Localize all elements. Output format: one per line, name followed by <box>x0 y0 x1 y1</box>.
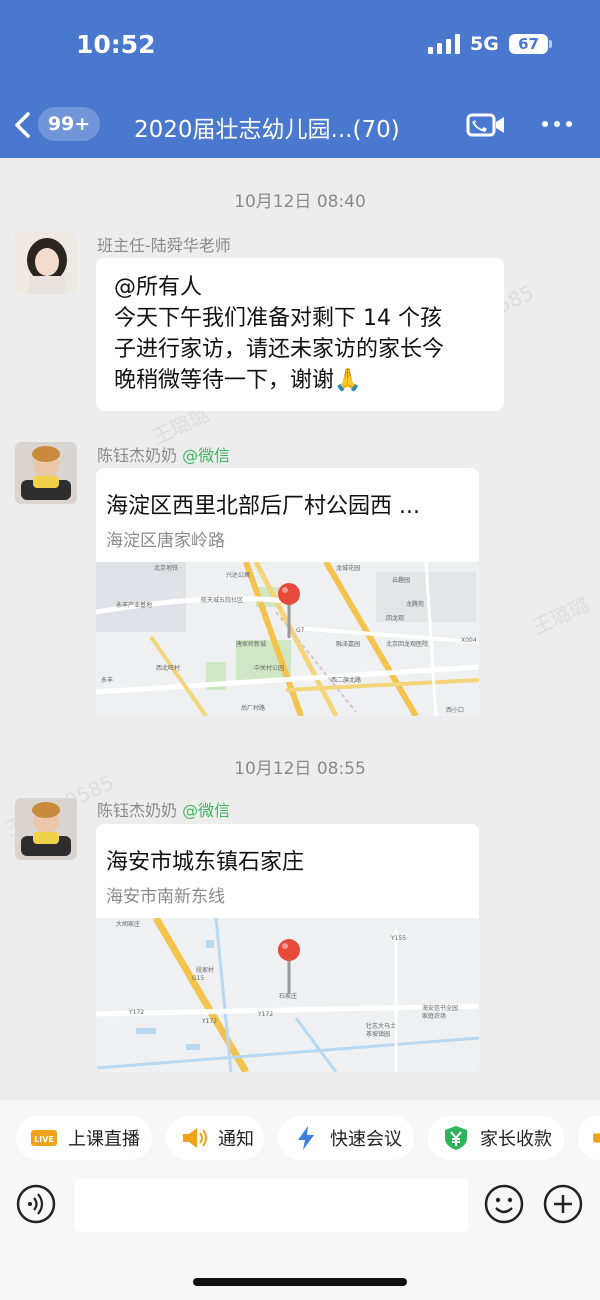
map-label: 西二旗北路 <box>331 676 361 684</box>
battery-tip <box>549 40 552 48</box>
message-line: 子进行家访，请还未家访的家长今 <box>114 337 445 362</box>
map-label: Y172 <box>128 1009 144 1016</box>
status-time: 10:52 <box>76 30 156 59</box>
map-label: 后厂村路 <box>241 704 265 712</box>
map-label: 家庭农场 <box>422 1012 446 1020</box>
sender-name-text: 陈钰杰奶奶 <box>97 801 178 820</box>
map-label: 茶坡镇园 <box>366 1030 390 1038</box>
sender-name: 陈钰杰奶奶 @微信 <box>97 797 230 821</box>
payment-button[interactable]: 家长收款 <box>428 1116 564 1160</box>
back-arrow-icon[interactable] <box>12 110 34 140</box>
lightning-icon <box>298 1126 314 1150</box>
map-label: X004 <box>461 637 477 644</box>
map-label: 永丰产业基地 <box>116 601 152 609</box>
avatar-child-image <box>15 798 77 860</box>
map-label: 龙城花园 <box>336 564 360 572</box>
message-input[interactable] <box>74 1178 468 1232</box>
status-bar: 10:52 5G 67 <box>0 0 600 90</box>
emoji-icon[interactable] <box>484 1184 524 1224</box>
map-label: 壮志大马士 <box>366 1022 396 1030</box>
location-subtitle: 海淀区唐家岭路 <box>106 531 225 551</box>
sender-name-text: 陈钰杰奶奶 <box>97 446 178 465</box>
map-preview[interactable]: 北京地铁 · 兴达公寓 龙城花园 云趣园 航天城五院社区 G7 回龙观 永丰产业… <box>96 562 479 716</box>
location-title: 海安市城东镇石家庄 <box>106 850 305 875</box>
sender-name: 班主任-陆舜华老师 <box>97 236 231 255</box>
speaker-icon <box>183 1128 207 1148</box>
home-indicator[interactable] <box>193 1278 407 1286</box>
map-label: 云趣园 <box>392 576 410 584</box>
message-bubble[interactable]: @所有人 今天下午我们准备对剩下 14 个孩 子进行家访，请还未家访的家长今 晚… <box>96 258 504 411</box>
location-subtitle: 海安市南新东线 <box>106 887 225 907</box>
video-call-icon[interactable] <box>466 112 506 138</box>
network-type: 5G <box>470 33 499 55</box>
app-header: 10:52 5G 67 99+ 2020届壮志幼儿园...(70) <box>0 0 600 158</box>
message-timestamp: 10月12日 08:40 <box>234 192 366 212</box>
live-icon: LIVE <box>31 1130 57 1146</box>
location-card[interactable]: 海安市城东镇石家庄 海安市南新东线 大胡家庄 Y155 段家村 G15 石家庄 … <box>96 824 479 1072</box>
quick-meeting-button[interactable]: 快速会议 <box>278 1116 414 1160</box>
nav-bar: 99+ 2020届壮志幼儿园...(70) <box>0 98 600 154</box>
tool-icon <box>593 1133 600 1143</box>
map-label: 中关村公园 <box>254 664 284 672</box>
map-label: 大胡家庄 <box>116 920 140 928</box>
map-label: Y155 <box>390 935 406 942</box>
live-badge-text: LIVE <box>34 1135 54 1144</box>
live-class-button[interactable]: LIVE 上课直播 <box>16 1116 152 1160</box>
map-label: 龙腾苑 <box>406 600 424 608</box>
location-card[interactable]: 海淀区西里北部后厂村公园西 ... 海淀区唐家岭路 北京地铁 · 兴达公寓 龙城… <box>96 468 479 716</box>
map-label: 永丰 <box>101 676 113 684</box>
map-label: 西小口 <box>446 706 464 714</box>
input-panel: LIVE 上课直播 通知 快速会议 家长收款 <box>0 1100 600 1300</box>
map-label: 段家村 <box>196 966 214 974</box>
more-icon[interactable] <box>540 114 574 134</box>
message-line: @所有人 <box>114 275 203 300</box>
avatar[interactable] <box>15 442 77 504</box>
location-title: 海淀区西里北部后厂村公园西 ... <box>106 494 420 519</box>
map-label: G15 <box>192 975 204 982</box>
voice-input-icon[interactable] <box>16 1184 56 1224</box>
map-label: 北京地铁 · <box>154 564 182 572</box>
map-label: 航天城五院社区 <box>201 596 243 604</box>
watermark: 王璐璐 <box>528 592 593 640</box>
battery-level: 67 <box>509 34 548 54</box>
tool-label: 快速会议 <box>330 1129 402 1150</box>
chat-title[interactable]: 2020届壮志幼儿园...(70) <box>134 110 444 144</box>
map-label: Y172 <box>257 1011 273 1018</box>
avatar[interactable] <box>15 798 77 860</box>
message-timestamp: 10月12日 08:55 <box>234 759 366 779</box>
unread-badge[interactable]: 99+ <box>38 107 100 141</box>
wechat-tag: @微信 <box>182 446 231 465</box>
sender-name: 陈钰杰奶奶 @微信 <box>97 442 230 466</box>
map-label: 北京回龙观医院 <box>386 640 428 648</box>
message-line: 晚稍微等待一下，谢谢🙏 <box>114 368 362 393</box>
map-label: 回龙观 <box>386 614 404 622</box>
tool-label: 上课直播 <box>68 1129 140 1150</box>
signal-icon <box>428 34 460 54</box>
map-label: Y172 <box>201 1018 217 1025</box>
avatar[interactable] <box>15 232 77 294</box>
map-preview[interactable]: 大胡家庄 Y155 段家村 G15 石家庄 Y172 Y172 Y172 壮志大… <box>96 918 479 1072</box>
map-label: 唐家岭新城 <box>236 640 266 648</box>
tool-label: 家长收款 <box>480 1129 552 1150</box>
yen-shield-icon <box>445 1126 467 1150</box>
map-label: 海安信书全园 <box>422 1004 458 1012</box>
tool-label: 通知 <box>218 1129 254 1150</box>
more-tool-button[interactable] <box>578 1116 600 1160</box>
map-label: 西北旺村 <box>156 664 180 672</box>
message-line: 今天下午我们准备对剩下 14 个孩 <box>114 306 442 331</box>
map-label: 融泽嘉园 <box>336 640 360 648</box>
wechat-tag: @微信 <box>182 801 231 820</box>
map-label: G7 <box>296 627 305 634</box>
avatar-teacher-image <box>15 232 77 294</box>
plus-icon[interactable] <box>543 1184 583 1224</box>
notice-button[interactable]: 通知 <box>166 1116 264 1160</box>
map-label: 兴达公寓 <box>226 571 250 579</box>
battery-icon: 67 <box>509 34 553 54</box>
avatar-child-image <box>15 442 77 504</box>
